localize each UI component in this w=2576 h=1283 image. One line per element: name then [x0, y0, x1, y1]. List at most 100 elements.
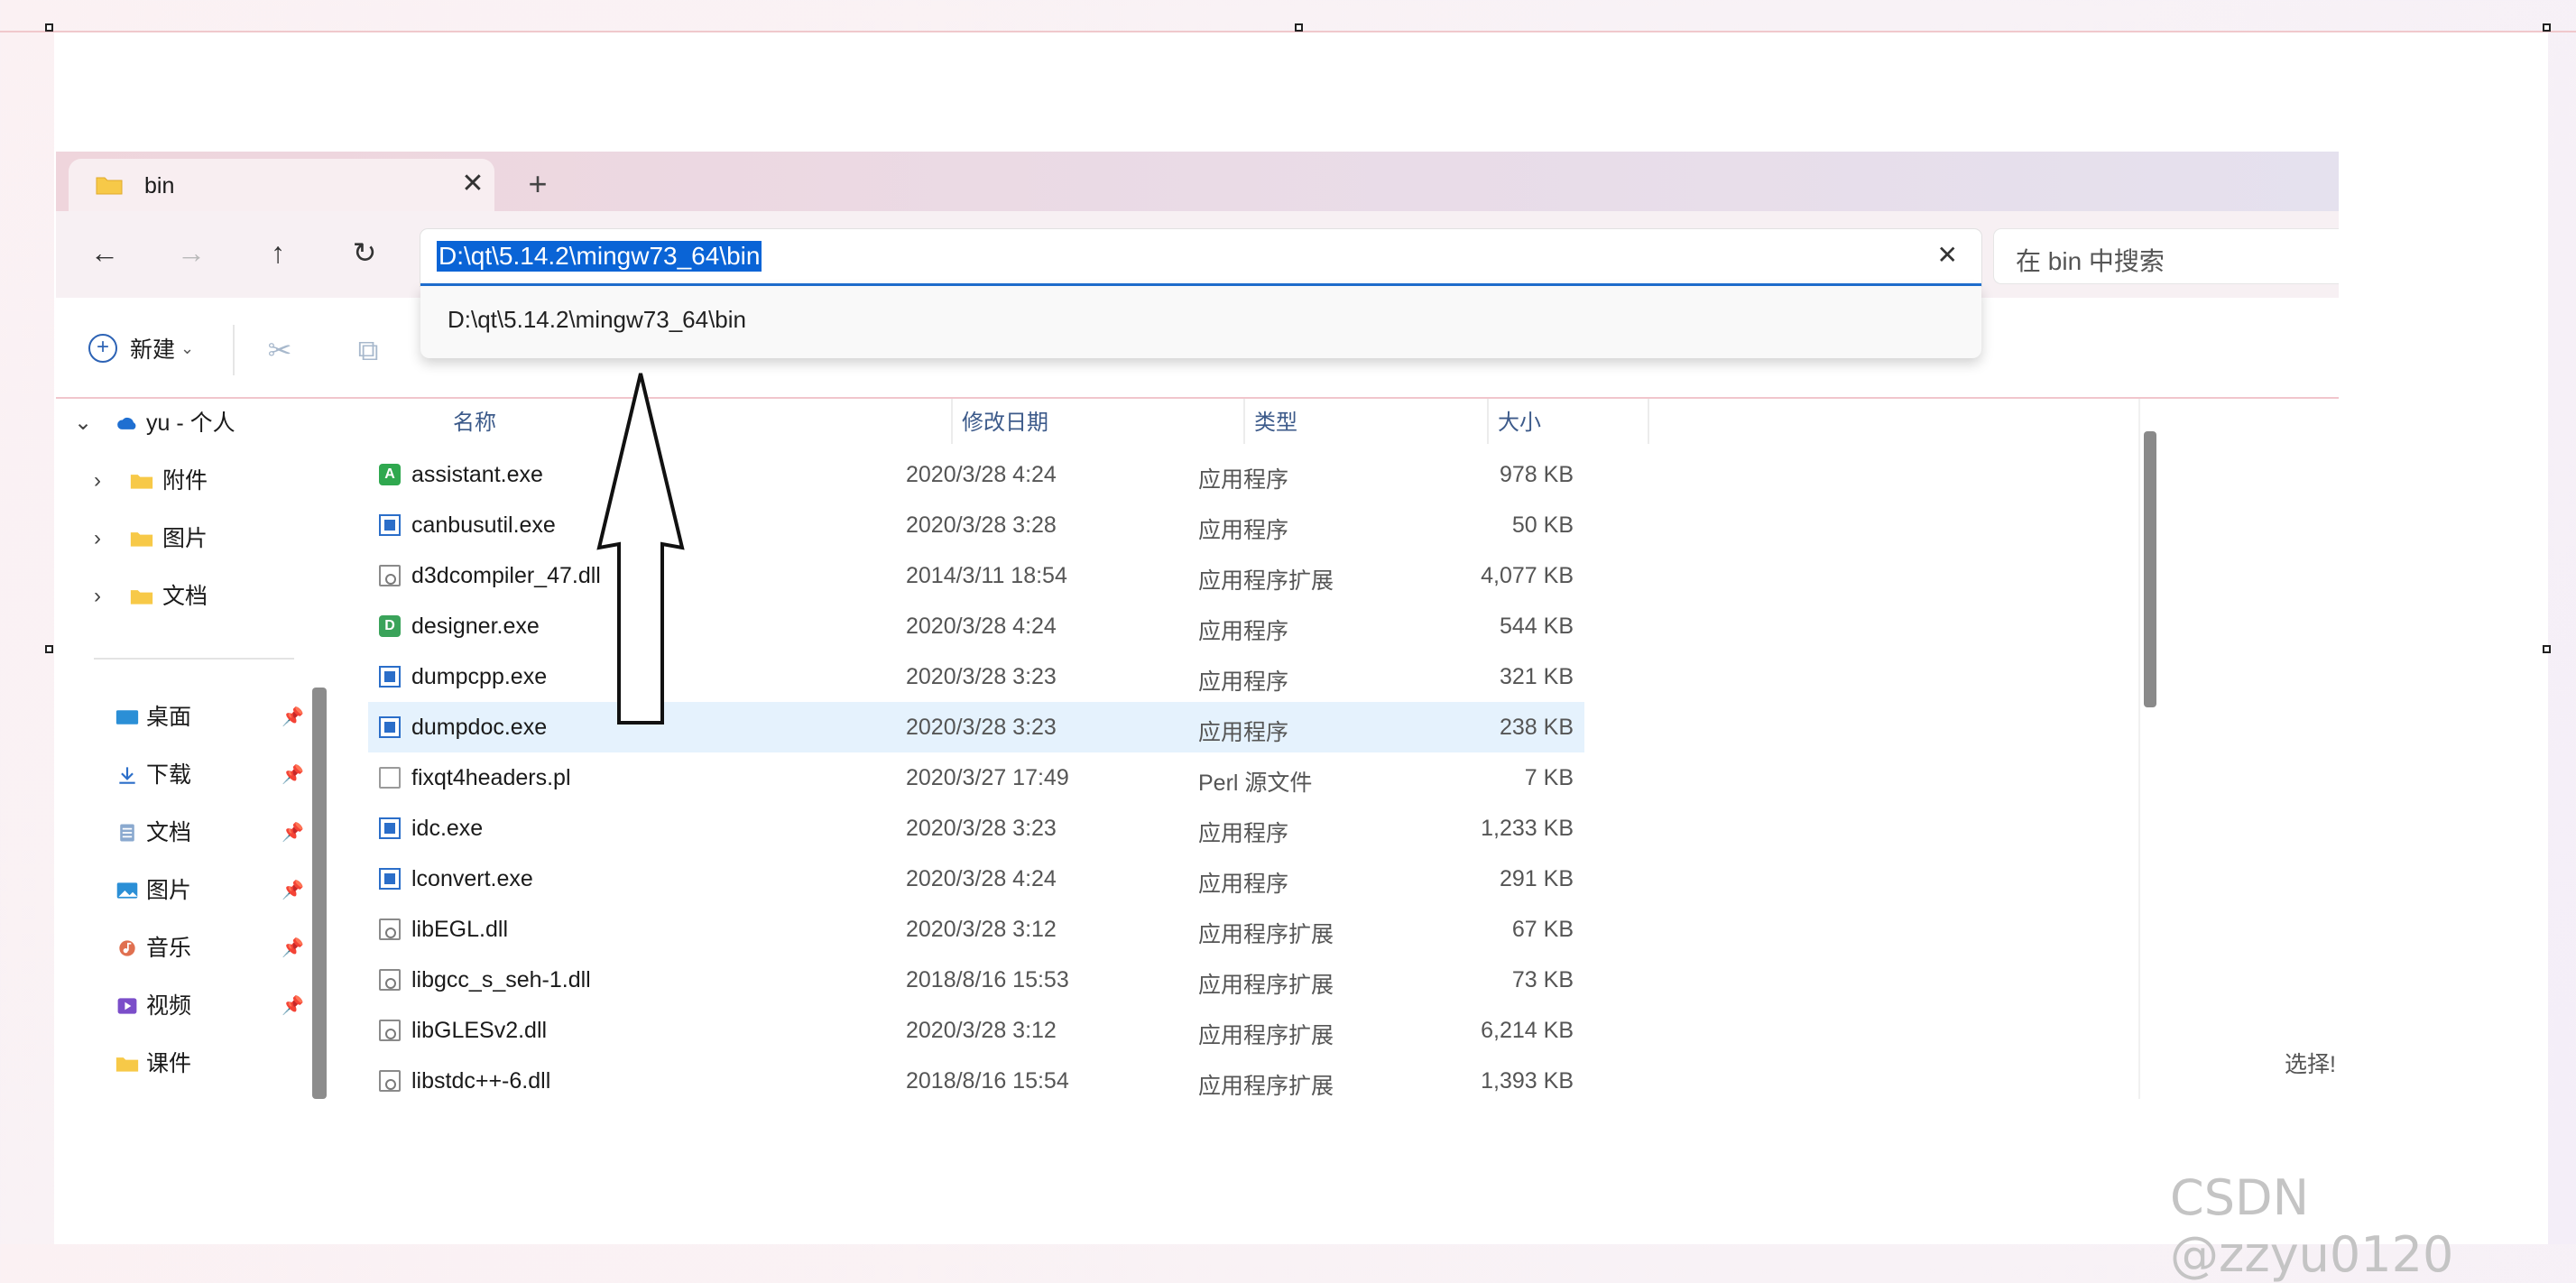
file-row[interactable]: Ddesigner.exe 2020/3/28 4:24 应用程序 544 KB — [368, 601, 1584, 651]
refresh-button[interactable]: ↻ — [343, 231, 386, 274]
sidebar-item-courseware[interactable]: 课件 — [115, 1043, 305, 1085]
sidebar-scrollbar[interactable] — [312, 688, 327, 1099]
copy-icon[interactable]: ⧉ — [350, 332, 386, 368]
pin-icon[interactable]: 📌 — [282, 697, 304, 738]
chevron-down-icon[interactable]: ⌄ — [74, 402, 94, 444]
file-row[interactable]: Aassistant.exe 2020/3/28 4:24 应用程序 978 KB — [368, 449, 1584, 500]
file-row[interactable]: libEGL.dll 2020/3/28 3:12 应用程序扩展 67 KB — [368, 904, 1584, 955]
sidebar-item-pictures-folder[interactable]: › 图片 — [94, 518, 310, 559]
pictures-icon — [116, 882, 138, 899]
sidebar-item-attachments[interactable]: › 附件 — [94, 460, 310, 502]
file-type: 应用程序扩展 — [1198, 973, 1334, 998]
column-divider[interactable] — [1648, 399, 1649, 444]
new-tab-button[interactable]: + — [518, 164, 558, 204]
sidebar-item-pictures[interactable]: 图片 📌 — [115, 870, 305, 911]
sidebar-item-downloads[interactable]: 下载 📌 — [115, 754, 305, 796]
file-size: 73 KB — [1511, 967, 1574, 992]
sidebar-item-label: 桌面 — [146, 705, 192, 730]
resize-handle-top-center[interactable] — [1295, 23, 1303, 32]
sidebar-item-label: yu - 个人 — [146, 411, 235, 436]
plus-icon: + — [88, 334, 117, 363]
file-size: 7 KB — [1524, 765, 1574, 790]
file-name: libGLESv2.dll — [411, 1018, 548, 1043]
cut-icon[interactable]: ✂ — [262, 332, 298, 368]
text-file-icon — [379, 767, 401, 789]
chevron-right-icon[interactable]: › — [94, 518, 114, 559]
file-modified-date: 2020/3/28 4:24 — [906, 462, 1057, 487]
sidebar-item-music[interactable]: 音乐 📌 — [115, 928, 305, 969]
file-row[interactable]: dumpcpp.exe 2020/3/28 3:23 应用程序 321 KB — [368, 651, 1584, 702]
sidebar-item-label: 视频 — [146, 993, 192, 1019]
resize-handle-right[interactable] — [2543, 645, 2551, 653]
sidebar-item-label: 图片 — [146, 878, 192, 903]
file-row[interactable]: libgcc_s_seh-1.dll 2018/8/16 15:53 应用程序扩展 7… — [368, 955, 1584, 1005]
column-header-name[interactable]: 名称 — [453, 404, 496, 436]
resize-handle-top-left[interactable] — [45, 23, 53, 32]
pin-icon[interactable]: 📌 — [282, 928, 304, 969]
file-modified-date: 2020/3/28 3:12 — [906, 917, 1057, 942]
back-button[interactable]: ← — [83, 231, 126, 274]
file-modified-date: 2020/3/28 3:23 — [906, 715, 1057, 740]
tab-bin[interactable]: bin ✕ — [69, 159, 494, 211]
file-size: 50 KB — [1511, 512, 1574, 538]
pin-icon[interactable]: 📌 — [282, 812, 304, 854]
file-type: 应用程序 — [1198, 467, 1289, 493]
csdn-watermark: CSDN @zzyu0120 — [2170, 1169, 2454, 1283]
sidebar-item-desktop[interactable]: 桌面 📌 — [115, 697, 305, 738]
file-row[interactable]: idc.exe 2020/3/28 3:23 应用程序 1,233 KB — [368, 803, 1584, 854]
column-divider[interactable] — [1487, 399, 1489, 444]
sidebar-item-videos[interactable]: 视频 📌 — [115, 985, 305, 1027]
folder-icon — [130, 475, 153, 489]
file-type: 应用程序 — [1198, 872, 1289, 897]
pin-icon[interactable]: 📌 — [282, 985, 304, 1027]
sidebar-item-documents-folder[interactable]: › 文档 — [94, 576, 310, 617]
resize-handle-left[interactable] — [45, 645, 53, 653]
address-bar[interactable]: D:\qt\5.14.2\mingw73_64\bin ✕ — [420, 229, 1981, 286]
up-button[interactable]: ↑ — [256, 231, 300, 274]
dll-icon — [379, 969, 401, 991]
file-size: 1,233 KB — [1481, 816, 1574, 841]
file-size: 238 KB — [1499, 715, 1574, 740]
file-modified-date: 2020/3/28 4:24 — [906, 866, 1057, 891]
file-row[interactable]: libstdc++-6.dll 2018/8/16 15:54 应用程序扩展 1,39… — [368, 1056, 1584, 1099]
column-header-size[interactable]: 大小 — [1498, 404, 1541, 436]
file-name: idc.exe — [411, 816, 484, 841]
close-tab-icon[interactable]: ✕ — [457, 168, 489, 200]
forward-button[interactable]: → — [170, 231, 213, 274]
folder-icon — [115, 1057, 139, 1072]
new-button[interactable]: + 新建 ⌄ — [88, 332, 194, 368]
sidebar-item-documents[interactable]: 文档 📌 — [115, 812, 305, 854]
chevron-down-icon: ⌄ — [180, 338, 195, 357]
file-type: Perl 源文件 — [1198, 771, 1313, 796]
document-icon — [120, 824, 134, 842]
file-row[interactable]: dumpdoc.exe 2020/3/28 3:23 应用程序 238 KB — [368, 702, 1584, 752]
resize-handle-top-right[interactable] — [2543, 23, 2551, 32]
sidebar-item-onedrive[interactable]: ⌄ yu - 个人 — [74, 402, 309, 444]
address-text[interactable]: D:\qt\5.14.2\mingw73_64\bin — [437, 241, 762, 272]
file-row[interactable]: canbusutil.exe 2020/3/28 3:28 应用程序 50 KB — [368, 500, 1584, 550]
pin-icon[interactable]: 📌 — [282, 754, 304, 796]
pin-icon[interactable]: 📌 — [282, 870, 304, 911]
column-header-type[interactable]: 类型 — [1254, 404, 1297, 436]
search-input[interactable]: 在 bin 中搜索 — [1994, 229, 2339, 283]
file-row[interactable]: lconvert.exe 2020/3/28 4:24 应用程序 291 KB — [368, 854, 1584, 904]
address-suggestion-dropdown[interactable]: D:\qt\5.14.2\mingw73_64\bin — [420, 286, 1981, 358]
clear-address-icon[interactable]: ✕ — [1937, 240, 1958, 271]
app-icon — [379, 868, 401, 890]
file-row[interactable]: d3dcompiler_47.dll 2014/3/11 18:54 应用程序扩展 4… — [368, 550, 1584, 601]
annotation-up-arrow-icon — [596, 373, 685, 725]
chevron-right-icon[interactable]: › — [94, 576, 114, 617]
column-divider[interactable] — [1243, 399, 1245, 444]
file-name: lconvert.exe — [411, 866, 533, 891]
column-header-date[interactable]: 修改日期 — [962, 404, 1048, 436]
suggestion-item[interactable]: D:\qt\5.14.2\mingw73_64\bin — [448, 306, 746, 334]
file-name: d3dcompiler_47.dll — [411, 563, 601, 588]
chevron-right-icon[interactable]: › — [94, 460, 114, 502]
sidebar-item-label: 文档 — [162, 584, 208, 609]
file-list-scrollbar[interactable] — [2144, 431, 2156, 707]
column-divider[interactable] — [951, 399, 953, 444]
file-row[interactable]: fixqt4headers.pl 2020/3/27 17:49 Perl 源文件 7… — [368, 752, 1584, 803]
file-modified-date: 2020/3/28 3:28 — [906, 512, 1057, 538]
file-type: 应用程序扩展 — [1198, 922, 1334, 947]
file-row[interactable]: libGLESv2.dll 2020/3/28 3:12 应用程序扩展 6,214 K… — [368, 1005, 1584, 1056]
